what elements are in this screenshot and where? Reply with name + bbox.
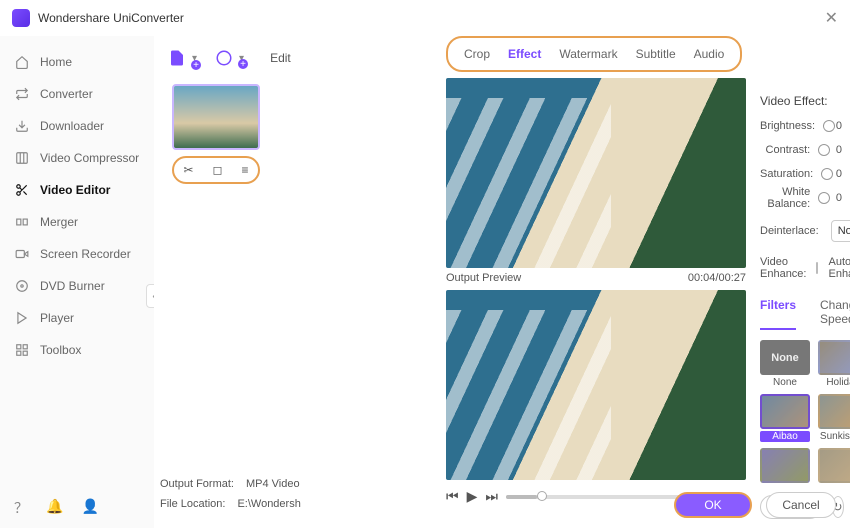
sidebar-item-label: Merger — [40, 215, 78, 229]
brightness-row: Brightness: 0 — [760, 114, 842, 138]
white-balance-label: White Balance: — [760, 186, 810, 210]
sidebar-item-label: Downloader — [40, 119, 104, 133]
next-frame-button[interactable]: ⏭ — [485, 488, 498, 505]
contrast-label: Contrast: — [760, 144, 810, 156]
plus-badge-icon: + — [238, 59, 248, 69]
clip-thumbnail[interactable] — [172, 84, 260, 150]
tab-audio[interactable]: Audio — [694, 47, 725, 61]
prev-frame-button[interactable]: ⏮ — [446, 488, 459, 505]
auto-enhance-label: Auto Enhance — [828, 256, 850, 280]
add-file-button[interactable]: + ▾ — [168, 48, 197, 68]
contrast-value: 0 — [830, 144, 842, 156]
filter-item[interactable] — [760, 448, 810, 485]
sidebar-item-label: Toolbox — [40, 343, 81, 357]
subtab-change-speed[interactable]: Change Speed — [820, 298, 850, 330]
output-format-label: Output Format: — [160, 478, 234, 490]
sidebar-item-screen-recorder[interactable]: Screen Recorder — [0, 238, 154, 270]
deinterlace-select[interactable]: None ▾ — [831, 220, 850, 242]
sidebar: Home Converter Downloader Video Compress… — [0, 36, 154, 528]
auto-enhance-checkbox[interactable] — [816, 262, 818, 274]
filter-holiday[interactable]: Holiday — [818, 340, 850, 388]
tab-subtitle[interactable]: Subtitle — [636, 47, 676, 61]
contrast-row: Contrast: 0 — [760, 138, 842, 162]
filter-sunkissed[interactable]: Sunkissed — [818, 394, 850, 442]
sidebar-item-dvd-burner[interactable]: DVD Burner — [0, 270, 154, 302]
merge-icon — [14, 214, 30, 230]
deinterlace-label: Deinterlace: — [760, 225, 819, 237]
saturation-row: Saturation: 0 — [760, 162, 842, 186]
video-effect-title: Video Effect: — [760, 94, 842, 108]
sidebar-item-label: Screen Recorder — [40, 247, 131, 261]
filter-item[interactable] — [818, 448, 850, 485]
titlebar: Wondershare UniConverter ✕ — [0, 0, 850, 36]
filter-none[interactable]: NoneNone — [760, 340, 810, 388]
sidebar-item-downloader[interactable]: Downloader — [0, 110, 154, 142]
sidebar-item-video-editor[interactable]: Video Editor — [0, 174, 154, 206]
ok-button[interactable]: OK — [674, 492, 752, 518]
disc-icon — [14, 278, 30, 294]
crop-icon[interactable]: ◻ — [213, 163, 223, 177]
cancel-button[interactable]: Cancel — [766, 492, 836, 518]
content-area: + ▾ + ▾ Edit ✂ ◻ ≡ Output Format: MP4 Vi… — [154, 36, 850, 528]
sidebar-item-home[interactable]: Home — [0, 46, 154, 78]
add-folder-button[interactable]: + ▾ — [215, 49, 244, 67]
sidebar-item-label: Video Editor — [40, 183, 110, 197]
trim-icon[interactable]: ✂ — [183, 163, 193, 177]
preview-label: Output Preview — [446, 272, 521, 284]
white-balance-value: 0 — [830, 192, 842, 204]
sidebar-item-merger[interactable]: Merger — [0, 206, 154, 238]
app-title: Wondershare UniConverter — [38, 11, 184, 25]
filter-aibao[interactable]: Aibao — [760, 394, 810, 442]
edit-label: Edit — [270, 51, 291, 65]
close-icon[interactable]: ✕ — [825, 8, 838, 28]
sidebar-item-label: Home — [40, 55, 72, 69]
sidebar-item-label: Player — [40, 311, 74, 325]
sidebar-item-player[interactable]: Player — [0, 302, 154, 334]
sidebar-item-label: DVD Burner — [40, 279, 105, 293]
sidebar-item-label: Converter — [40, 87, 93, 101]
clip-tools: ✂ ◻ ≡ — [172, 156, 260, 184]
sidebar-item-toolbox[interactable]: Toolbox — [0, 334, 154, 366]
record-icon — [14, 246, 30, 262]
output-format-value[interactable]: MP4 Video — [246, 478, 300, 490]
home-icon — [14, 54, 30, 70]
saturation-value: 0 — [833, 168, 842, 180]
sidebar-item-converter[interactable]: Converter — [0, 78, 154, 110]
tab-crop[interactable]: Crop — [464, 47, 490, 61]
saturation-label: Saturation: — [760, 168, 813, 180]
play-button[interactable]: ▶ — [467, 488, 478, 505]
tab-watermark[interactable]: Watermark — [559, 47, 617, 61]
sidebar-item-compressor[interactable]: Video Compressor — [0, 142, 154, 174]
preview-timecode: 00:04/00:27 — [688, 272, 746, 284]
grid-icon — [14, 342, 30, 358]
converter-icon — [14, 86, 30, 102]
tab-effect[interactable]: Effect — [508, 47, 541, 61]
output-preview — [446, 290, 746, 480]
user-icon[interactable]: 👤 — [81, 498, 98, 518]
compress-icon — [14, 150, 30, 166]
editor-tabs: Crop Effect Watermark Subtitle Audio — [446, 36, 742, 72]
sidebar-item-label: Video Compressor — [40, 151, 139, 165]
filters-grid: NoneNone Holiday Septem... Snow2 Aibao S… — [760, 340, 842, 485]
app-logo-icon — [12, 9, 30, 27]
scissors-icon — [14, 182, 30, 198]
deinterlace-value: None — [838, 225, 850, 237]
bell-icon[interactable]: 🔔 — [46, 498, 63, 518]
brightness-value: 0 — [835, 120, 842, 132]
download-icon — [14, 118, 30, 134]
play-icon — [14, 310, 30, 326]
plus-badge-icon: + — [191, 60, 201, 70]
file-location-value[interactable]: E:\Wondersh — [237, 498, 300, 510]
effect-dialog: Crop Effect Watermark Subtitle Audio Out… — [440, 36, 850, 528]
video-enhance-label: Video Enhance: — [760, 256, 806, 280]
file-location-label: File Location: — [160, 498, 225, 510]
original-preview — [446, 78, 746, 268]
more-icon[interactable]: ≡ — [241, 163, 248, 177]
brightness-label: Brightness: — [760, 120, 815, 132]
white-balance-row: White Balance: 0 — [760, 186, 842, 210]
subtab-filters[interactable]: Filters — [760, 298, 796, 330]
help-icon[interactable]: ？ — [14, 498, 28, 518]
